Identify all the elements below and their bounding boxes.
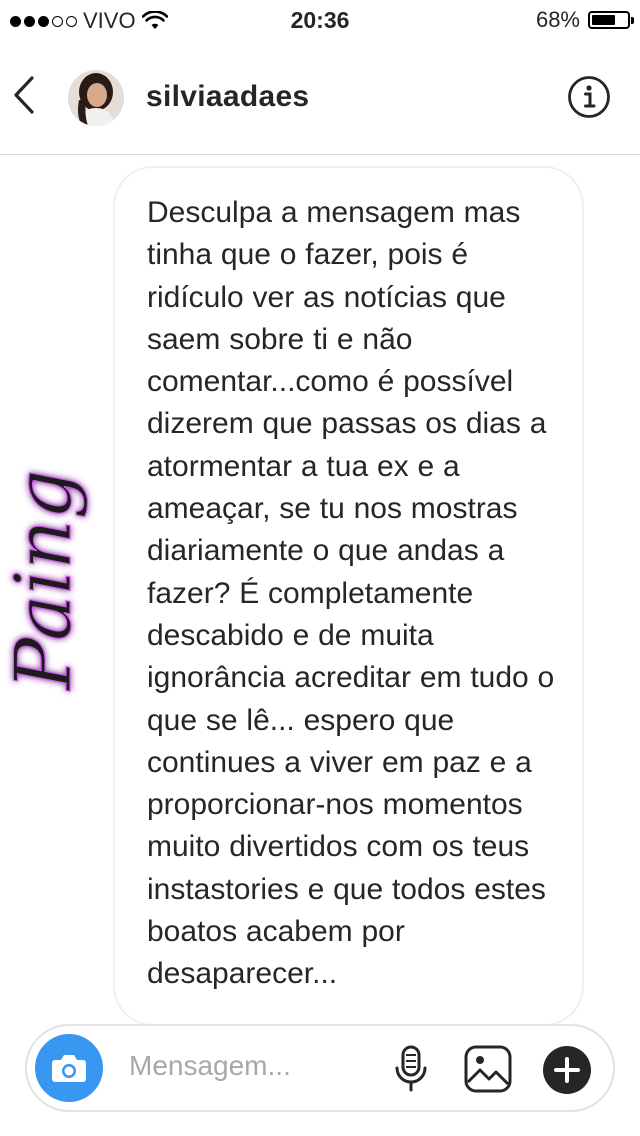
svg-text:Paing: Paing (0, 469, 89, 692)
status-bar: VIVO 20:36 68% (0, 0, 640, 40)
add-button[interactable] (543, 1046, 591, 1094)
username[interactable]: silviaadaes (146, 80, 309, 114)
battery-percent: 68% (535, 7, 580, 32)
battery-level (592, 15, 616, 25)
conversation-header: silviaadaes (0, 40, 640, 155)
gallery-icon[interactable] (463, 1044, 513, 1094)
status-right: 68% (535, 7, 634, 33)
message-text: Desculpa a mensagem mas tinha que o faze… (147, 196, 555, 991)
info-icon[interactable] (566, 74, 612, 120)
battery-icon (588, 11, 634, 29)
avatar[interactable] (68, 70, 124, 126)
watermark-signature: Paing (0, 469, 90, 693)
back-arrow-icon[interactable] (6, 70, 46, 120)
camera-icon (52, 1055, 86, 1082)
camera-button[interactable] (35, 1034, 103, 1102)
message-bubble[interactable]: Desculpa a mensagem mas tinha que o faze… (113, 166, 584, 1026)
message-composer: Mensagem... (25, 1024, 615, 1112)
microphone-icon[interactable] (393, 1044, 429, 1094)
message-input[interactable]: Mensagem... (129, 1050, 291, 1082)
avatar-photo (68, 70, 124, 126)
plus-icon (554, 1057, 580, 1083)
